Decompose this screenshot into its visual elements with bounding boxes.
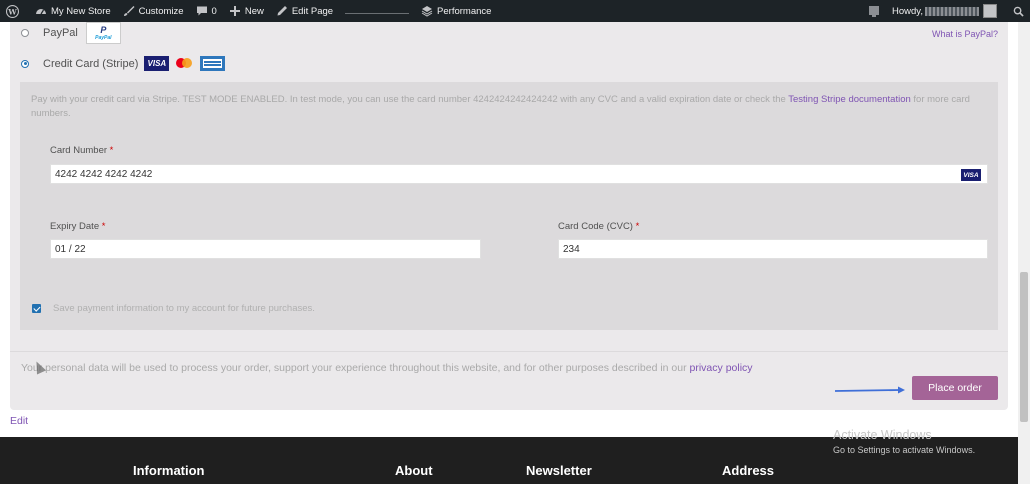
card-brand-logos: VISA xyxy=(144,56,226,71)
plus-icon xyxy=(229,6,240,16)
visa-logo: VISA xyxy=(144,56,170,71)
paypal-logo: P PayPal xyxy=(85,22,121,44)
payment-methods-box: PayPal P PayPal What is PayPal? Credit C… xyxy=(10,22,1008,410)
stripe-payment-box: Pay with your credit card via Stripe. TE… xyxy=(20,82,998,330)
expiry-date-field[interactable]: 01 / 22 xyxy=(50,239,481,259)
edit-page-label: Edit Page xyxy=(291,5,334,17)
section-divider xyxy=(10,351,1008,352)
card-code-field[interactable]: 234 xyxy=(558,239,988,259)
stripe-description: Pay with your credit card via Stripe. TE… xyxy=(31,93,991,121)
comments-count: 0 xyxy=(211,5,217,17)
place-order-button[interactable]: Place order xyxy=(912,376,998,400)
customize-label: Customize xyxy=(138,5,184,17)
dashboard-icon xyxy=(36,9,46,15)
expiry-date-label: Expiry Date * xyxy=(50,221,105,232)
howdy-label: Howdy, xyxy=(892,5,923,17)
edit-page-link[interactable]: Edit Page xyxy=(270,0,339,22)
credit-card-label[interactable]: Credit Card (Stripe) xyxy=(43,58,138,70)
windows-watermark-title: Activate Windows xyxy=(833,428,932,442)
performance-link[interactable]: Performance xyxy=(415,0,497,22)
card-number-field[interactable]: 4242 4242 4242 4242 VISA xyxy=(50,164,988,184)
paypal-logo-mark: P xyxy=(100,24,107,35)
site-name-link[interactable]: My New Store xyxy=(29,0,117,22)
annotation-arrow xyxy=(834,386,905,394)
save-payment-checkbox[interactable] xyxy=(32,304,41,313)
wordpress-logo[interactable]: W xyxy=(0,0,29,22)
expiry-date-value: 01 / 22 xyxy=(55,243,86,255)
stripe-docs-link[interactable]: Testing Stripe documentation xyxy=(788,94,911,105)
footer-heading-about: About xyxy=(395,463,433,478)
brush-icon xyxy=(123,6,135,16)
card-number-value: 4242 4242 4242 4242 xyxy=(55,168,153,180)
performance-icon xyxy=(421,6,433,17)
card-code-value: 234 xyxy=(563,243,580,255)
payment-method-stripe[interactable]: Credit Card (Stripe) VISA xyxy=(21,56,226,71)
avatar xyxy=(983,4,997,18)
page-scrollbar[interactable] xyxy=(1018,22,1030,484)
card-number-label: Card Number * xyxy=(50,145,113,156)
redacted-item xyxy=(345,8,410,14)
stripe-radio[interactable] xyxy=(21,59,29,68)
admin-bar-right: Howdy, xyxy=(862,0,1030,22)
visa-card-icon: VISA xyxy=(961,169,981,181)
my-account-link[interactable]: Howdy, xyxy=(886,0,1007,22)
edit-link[interactable]: Edit xyxy=(10,415,28,427)
privacy-notice: Your personal data will be used to proce… xyxy=(21,362,753,374)
windows-watermark-subtitle: Go to Settings to activate Windows. xyxy=(833,445,976,455)
paypal-logo-text: PayPal xyxy=(95,34,112,41)
windows-activation-watermark: Activate Windows Go to Settings to activ… xyxy=(833,428,975,455)
card-code-label: Card Code (CVC) * xyxy=(558,221,639,232)
new-label: New xyxy=(244,5,264,17)
new-content-link[interactable]: New xyxy=(223,0,270,22)
checkout-content: PayPal P PayPal What is PayPal? Credit C… xyxy=(0,22,1018,437)
amex-logo xyxy=(200,56,226,71)
required-mark: * xyxy=(101,221,106,232)
expiry-date-label-text: Expiry Date xyxy=(50,221,100,232)
search-icon xyxy=(1013,6,1024,17)
comment-icon xyxy=(196,6,207,16)
site-name: My New Store xyxy=(51,5,111,17)
paypal-radio[interactable] xyxy=(21,29,29,37)
comments-link[interactable]: 0 xyxy=(190,0,223,22)
payment-method-paypal[interactable]: PayPal P PayPal xyxy=(21,22,121,44)
pencil-icon xyxy=(277,6,287,16)
admin-notice-button[interactable] xyxy=(862,0,886,22)
required-mark: * xyxy=(109,145,114,156)
footer-heading-address: Address xyxy=(722,463,775,478)
paypal-label[interactable]: PayPal xyxy=(43,27,78,39)
admin-bar: W My New Store Customize 0 New Edit Page xyxy=(0,0,1030,22)
save-payment-info-row[interactable]: Save payment information to my account f… xyxy=(32,303,315,314)
footer-heading-newsletter: Newsletter xyxy=(526,463,592,478)
scrollbar-thumb[interactable] xyxy=(1020,272,1028,422)
customize-link[interactable]: Customize xyxy=(117,0,190,22)
performance-label: Performance xyxy=(437,5,492,17)
wordpress-icon: W xyxy=(6,4,19,18)
privacy-policy-link[interactable]: privacy policy xyxy=(690,362,753,374)
mastercard-logo xyxy=(174,56,196,71)
save-payment-label[interactable]: Save payment information to my account f… xyxy=(53,303,315,314)
stripe-description-text: Pay with your credit card via Stripe. TE… xyxy=(31,94,786,105)
card-code-label-text: Card Code (CVC) xyxy=(558,221,633,232)
svg-text:W: W xyxy=(7,7,17,16)
notice-icon xyxy=(869,6,880,17)
redacted-username xyxy=(925,6,979,16)
privacy-text: Your personal data will be used to proce… xyxy=(21,362,687,374)
footer-heading-information: Information xyxy=(133,463,205,478)
required-mark: * xyxy=(635,221,640,232)
what-is-paypal-link[interactable]: What is PayPal? xyxy=(932,29,998,39)
search-button[interactable] xyxy=(1007,0,1030,22)
card-number-label-text: Card Number xyxy=(50,145,108,156)
